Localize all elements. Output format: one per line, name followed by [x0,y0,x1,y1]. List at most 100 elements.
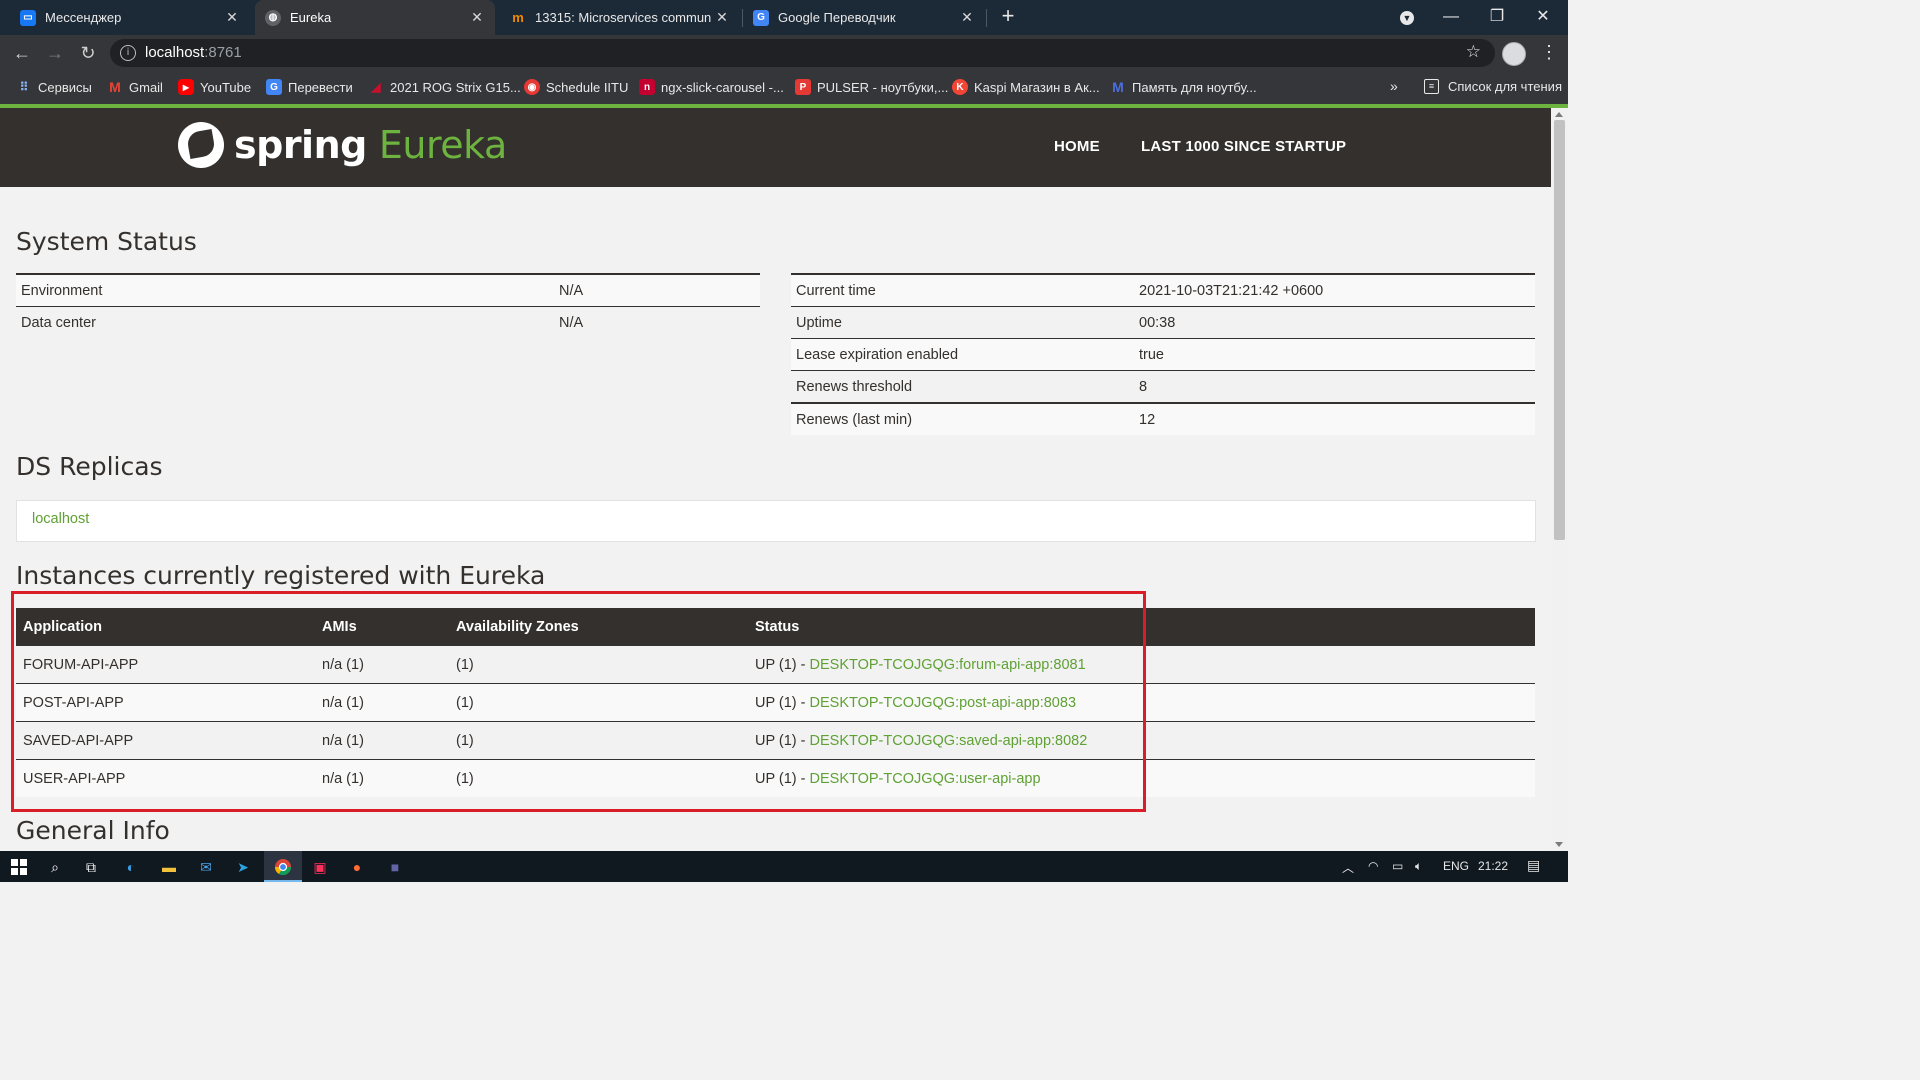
bookmark-translate[interactable]: G Перевести [266,79,353,95]
chrome-icon[interactable] [272,856,294,878]
gmail-icon: M [109,79,121,95]
table-row: Renews (last min) 12 [791,403,1535,435]
wifi-icon[interactable]: ◠ [1368,859,1378,873]
tab-separator [742,9,743,27]
status-label: Renews threshold [791,370,1134,404]
spring-eureka-logo[interactable]: spring Eureka [178,122,507,168]
bookmark-ngx-slick[interactable]: n ngx-slick-carousel -... [639,79,784,95]
bookmark-services[interactable]: ⠿ Сервисы [16,79,92,95]
browser-menu-icon[interactable]: ⋮ [1540,40,1558,64]
rog-icon: ◢ [371,80,381,94]
telegram-icon[interactable]: ➤ [232,856,254,878]
nav-home-link[interactable]: HOME [1054,138,1100,155]
postman-icon[interactable]: ● [346,856,368,878]
bookmark-kaspi[interactable]: K Kaspi Магазин в Ак... [952,79,1100,95]
habr-icon: m [512,10,524,25]
mail-icon[interactable]: ✉ [195,856,217,878]
bookmark-schedule-iitu[interactable]: ◉ Schedule IITU [524,79,628,95]
teams-icon[interactable]: ■ [384,856,406,878]
translate-icon: G [753,9,769,26]
windows-taskbar: ⌕ ⧉ ◐ ▬ ✉ ➤ ▣ ● ■ ︿ ◠ ▭ 🔈︎ ENG 21:22 ▤ [0,851,1568,882]
search-icon[interactable]: ⌕ [44,856,66,878]
red-highlight-box [11,591,1146,812]
tray-chevron-up-icon[interactable]: ︿ [1342,859,1354,876]
tab-google-translate[interactable]: G Google Переводчик ✕ [745,0,985,35]
close-tab-icon[interactable]: ✕ [957,9,977,26]
intellij-icon[interactable]: ▣ [309,856,331,878]
restore-button[interactable]: ❐ [1474,0,1520,33]
close-tab-icon[interactable]: ✕ [712,9,732,26]
reading-list-icon: ≡ [1424,79,1439,94]
edge-icon[interactable]: ◐ [120,856,142,878]
status-label: Data center [21,314,96,331]
new-tab-button[interactable]: + [996,5,1020,29]
logo-spring-text: spring [234,123,367,167]
tab-eureka[interactable]: ◍ Eureka ✕ [255,0,495,35]
scroll-up-arrow-icon[interactable] [1555,112,1563,117]
windows-start-icon[interactable] [8,856,30,878]
status-value: 12 [1134,403,1535,435]
back-arrow-icon[interactable]: ← [10,41,34,65]
memory-site-icon: M [1112,79,1124,95]
address-bar[interactable]: i localhost:8761 ☆ [110,39,1495,67]
close-tab-icon[interactable]: ✕ [222,9,242,26]
tab-search-button[interactable]: ▼ [1384,0,1430,33]
browser-toolbar: ← → ↻ i localhost:8761 ☆ ⋮ [0,35,1568,71]
system-status-right-table: Current time 2021-10-03T21:21:42 +0600 U… [791,273,1535,435]
ds-replicas-panel: localhost [16,500,1536,542]
table-row: Current time 2021-10-03T21:21:42 +0600 [791,273,1535,307]
replica-link-localhost[interactable]: localhost [32,511,89,527]
forward-arrow-icon[interactable]: → [43,41,67,65]
table-row: Renews threshold 8 [791,370,1535,404]
status-value: true [1134,338,1535,371]
status-value: 00:38 [1134,306,1535,339]
logo-eureka-text: Eureka [378,123,507,167]
status-label: Renews (last min) [791,403,1134,435]
tab-microservices[interactable]: m 13315: Microservices communica ✕ [500,0,740,35]
messenger-icon: ▭ [20,9,36,26]
chevron-down-icon: ▼ [1400,11,1414,25]
system-status-title: System Status [16,227,197,256]
bookmarks-bar: ⠿ Сервисы M Gmail ▶ YouTube G Перевести … [0,71,1568,104]
bookmark-star-icon[interactable]: ☆ [1466,42,1481,62]
close-tab-icon[interactable]: ✕ [467,9,487,26]
bookmark-pulser[interactable]: P PULSER - ноутбуки,... [795,79,948,95]
nav-last-1000-link[interactable]: LAST 1000 SINCE STARTUP [1141,138,1346,155]
status-value: N/A [554,273,760,307]
clock[interactable]: 21:22 [1478,859,1508,873]
profile-avatar[interactable] [1502,42,1526,66]
info-icon[interactable]: i [120,45,136,61]
language-indicator[interactable]: ENG [1443,859,1469,873]
url-text[interactable]: localhost:8761 [145,44,242,61]
tab-messenger[interactable]: ▭ Мессенджер ✕ [8,0,250,35]
pulser-icon: P [795,79,811,95]
browser-tab-strip: ▭ Мессенджер ✕ ◍ Eureka ✕ m 13315: Micro… [0,0,1568,35]
bookmark-youtube[interactable]: ▶ YouTube [178,79,251,95]
notifications-icon[interactable]: ▤ [1527,857,1540,874]
status-value: 2021-10-03T21:21:42 +0600 [1134,273,1535,307]
minimize-button[interactable]: — [1428,0,1474,33]
status-value: 8 [1134,370,1535,404]
bookmark-rog-strix[interactable]: ◢ 2021 ROG Strix G15... [368,79,520,95]
page-scrollbar[interactable] [1551,108,1568,851]
reading-list-button[interactable]: ≡ Список для чтения [1424,79,1562,94]
bookmark-memory[interactable]: M Память для ноутбу... [1110,79,1256,95]
volume-icon[interactable]: 🔈︎ [1415,859,1422,874]
globe-icon: ◍ [265,9,281,26]
battery-icon[interactable]: ▭ [1392,859,1403,873]
file-explorer-icon[interactable]: ▬ [158,856,180,878]
bookmarks-overflow-button[interactable]: » [1390,78,1398,94]
reload-icon[interactable]: ↻ [76,41,100,65]
scroll-down-arrow-icon[interactable] [1555,842,1563,847]
eureka-header: spring Eureka HOME LAST 1000 SINCE STARTU… [0,108,1551,187]
task-view-icon[interactable]: ⧉ [80,856,102,878]
status-label: Lease expiration enabled [791,338,1134,371]
scrollbar-thumb[interactable] [1554,120,1565,540]
system-status-left-table: Environment N/A Data center N/A [16,273,760,338]
bookmark-gmail[interactable]: M Gmail [107,79,163,95]
status-label: Uptime [791,306,1134,339]
status-label: Environment [16,273,554,307]
status-label: Current time [791,273,1134,307]
close-window-button[interactable]: ✕ [1520,0,1566,33]
youtube-icon: ▶ [178,79,194,95]
